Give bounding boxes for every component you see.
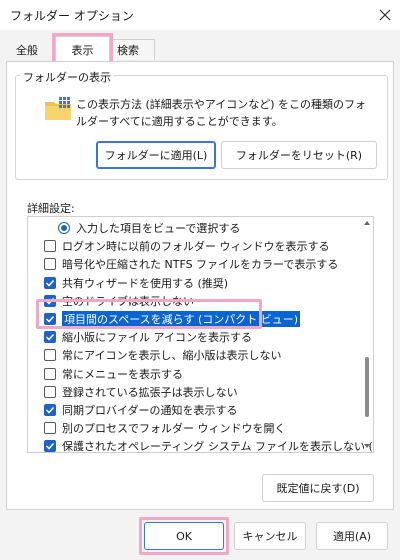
checkbox-row[interactable]: 別のプロセスでフォルダー ウィンドウを開く [28, 419, 360, 437]
tab-general[interactable]: 全般 [10, 40, 44, 60]
checkbox[interactable] [44, 349, 56, 362]
setting-label: 暗号化や圧縮された NTFS ファイルをカラーで表示する [62, 258, 339, 272]
checkbox-row[interactable]: 共有ウィザードを使用する (推奨) [28, 274, 360, 292]
checkbox[interactable] [44, 422, 56, 435]
cancel-button[interactable]: キャンセル [234, 522, 306, 550]
radio-row[interactable]: 入力した項目をビューで選択する [28, 219, 360, 237]
checkbox-row[interactable]: 常にアイコンを表示し、縮小版は表示しない [28, 346, 360, 364]
window-title: フォルダー オプション [10, 9, 134, 23]
setting-label: 共有ウィザードを使用する (推奨) [62, 276, 229, 290]
check-icon [45, 406, 55, 414]
setting-label: 入力した項目をビューで選択する [76, 222, 241, 235]
advanced-settings-label: 詳細設定: [27, 202, 75, 215]
radio-dot [61, 225, 67, 231]
folder-views-description: この表示方法 (詳細表示やアイコンなど) をこの種類のフォルダーすべてに適用する… [76, 98, 367, 128]
setting-label: 常にアイコンを表示し、縮小版は表示しない [62, 349, 282, 363]
checkbox-row[interactable]: 縮小版にファイル アイコンを表示する [28, 328, 360, 346]
checkbox-row[interactable]: 空のドライブは表示しない [28, 292, 360, 310]
folder-icon [45, 97, 71, 120]
check-icon [45, 279, 55, 287]
apply-button[interactable]: 適用(A) [316, 522, 388, 550]
check-icon [45, 334, 55, 341]
setting-label: ログオン時に以前のフォルダー ウィンドウを表示する [62, 240, 330, 254]
check-icon [45, 443, 55, 450]
folder-views-label: フォルダーの表示 [20, 69, 114, 85]
reset-folders-button[interactable]: フォルダーをリセット(R) [221, 141, 377, 169]
checkbox-row[interactable]: 暗号化や圧縮された NTFS ファイルをカラーで表示する [28, 255, 360, 273]
checkbox[interactable] [44, 367, 56, 380]
checkbox[interactable] [44, 331, 56, 344]
checkbox[interactable] [44, 440, 56, 452]
tab-view[interactable]: 表示 [52, 33, 113, 65]
checkbox-row[interactable]: 常にメニューを表示する [28, 365, 360, 383]
close-icon [379, 9, 391, 21]
setting-label: 別のプロセスでフォルダー ウィンドウを開く [62, 422, 286, 436]
close-button[interactable] [370, 0, 400, 30]
scrollbar[interactable] [361, 217, 373, 452]
setting-label: 縮小版にファイル アイコンを表示する [62, 331, 252, 345]
checkbox-row[interactable]: 同期プロバイダーの通知を表示する [28, 401, 360, 419]
tab-bar: 全般 検索 表示 [0, 33, 400, 65]
ok-button[interactable]: OK [144, 522, 224, 550]
setting-label: 空のドライブは表示しない [62, 294, 194, 308]
setting-label: 登録されている拡張子は表示しない [62, 385, 238, 399]
checkbox-row[interactable]: 項目間のスペースを減らす (コンパクト ビュー) [28, 310, 360, 328]
checkbox[interactable] [44, 385, 56, 398]
checkbox[interactable] [44, 313, 56, 325]
checkbox[interactable] [44, 276, 56, 289]
restore-defaults-button[interactable]: 既定値に戻す(D) [262, 474, 374, 502]
checkbox-row[interactable]: 保護されたオペレーティング システム ファイルを表示しない (推奨) [28, 437, 373, 452]
setting-label: 常にメニューを表示する [62, 367, 183, 381]
scroll-thumb[interactable] [365, 357, 369, 417]
setting-label: 項目間のスペースを減らす (コンパクト ビュー) [62, 311, 301, 327]
checkbox[interactable] [44, 240, 56, 253]
check-icon [45, 297, 55, 305]
scroll-up-icon[interactable] [363, 219, 371, 227]
checkbox-row[interactable]: 登録されている拡張子は表示しない [28, 383, 360, 401]
check-icon [45, 315, 55, 323]
tab-search[interactable]: 検索 [110, 39, 155, 60]
apply-to-folders-button[interactable]: フォルダーに適用(L) [96, 141, 216, 169]
title-bar: フォルダー オプション [0, 0, 400, 30]
setting-label: 同期プロバイダーの通知を表示する [62, 404, 238, 417]
checkbox[interactable] [44, 294, 56, 307]
checkbox[interactable] [44, 404, 56, 416]
advanced-settings-list[interactable]: 入力した項目をビューで選択するログオン時に以前のフォルダー ウィンドウを表示する… [27, 216, 374, 453]
setting-label: 保護されたオペレーティング システム ファイルを表示しない (推奨) [62, 440, 374, 453]
checkbox[interactable] [44, 258, 56, 271]
checkbox-row[interactable]: ログオン時に以前のフォルダー ウィンドウを表示する [28, 237, 360, 255]
radio-button[interactable] [58, 222, 70, 234]
